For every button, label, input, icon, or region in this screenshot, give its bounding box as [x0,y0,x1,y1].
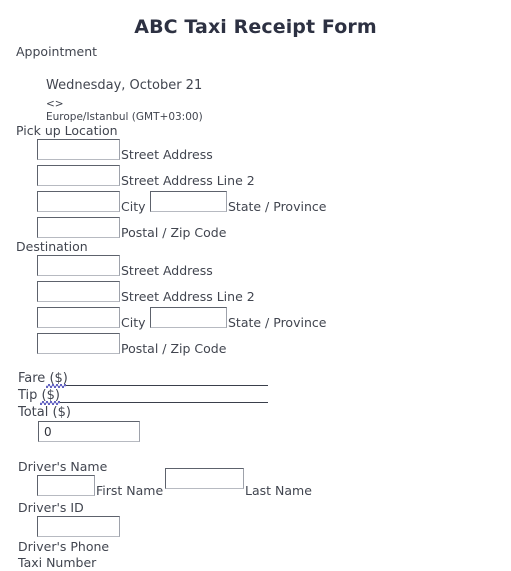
appointment-date-value[interactable]: Wednesday, October 21 [46,78,202,93]
driver-phone-label: Driver's Phone [18,539,110,554]
pickup-state-label: State / Province [228,199,327,214]
destination-city-label: City [121,315,146,330]
driver-last-name-input[interactable] [165,468,244,489]
pickup-street-address-label: Street Address [121,147,213,162]
destination-street-address-2-input[interactable] [37,281,120,302]
pickup-state-input[interactable] [150,191,227,212]
page-title: ABC Taxi Receipt Form [134,16,377,38]
destination-section-label: Destination [16,239,88,254]
pickup-street-address-2-label: Street Address Line 2 [121,173,255,188]
destination-postal-label: Postal / Zip Code [121,341,227,356]
fare-input-underline[interactable] [66,385,268,386]
appointment-timezone-value: Europe/Istanbul (GMT+03:00) [46,111,203,123]
pickup-section-label: Pick up Location [16,123,118,138]
driver-id-label: Driver's ID [18,500,84,515]
appointment-section-label: Appointment [16,44,98,59]
driver-id-input[interactable] [37,516,120,537]
driver-first-name-input[interactable] [37,475,95,496]
driver-first-name-label: First Name [96,483,164,498]
pickup-postal-input[interactable] [37,217,120,238]
pickup-city-input[interactable] [37,191,120,212]
destination-city-input[interactable] [37,307,120,328]
taxi-number-label: Taxi Number [18,555,97,570]
total-input[interactable] [38,421,140,442]
destination-state-label: State / Province [228,315,327,330]
total-label: Total ($) [18,405,71,420]
destination-postal-input[interactable] [37,333,120,354]
pickup-city-label: City [121,199,146,214]
pickup-postal-label: Postal / Zip Code [121,225,227,240]
driver-last-name-label: Last Name [245,483,312,498]
pickup-street-address-2-input[interactable] [37,165,120,186]
destination-street-address-label: Street Address [121,263,213,278]
appointment-time-value[interactable]: <> [46,98,64,110]
destination-street-address-input[interactable] [37,255,120,276]
pickup-street-address-input[interactable] [37,139,120,160]
tip-input-underline[interactable] [60,402,268,403]
destination-state-input[interactable] [150,307,227,328]
destination-street-address-2-label: Street Address Line 2 [121,289,255,304]
driver-name-label: Driver's Name [18,459,108,474]
